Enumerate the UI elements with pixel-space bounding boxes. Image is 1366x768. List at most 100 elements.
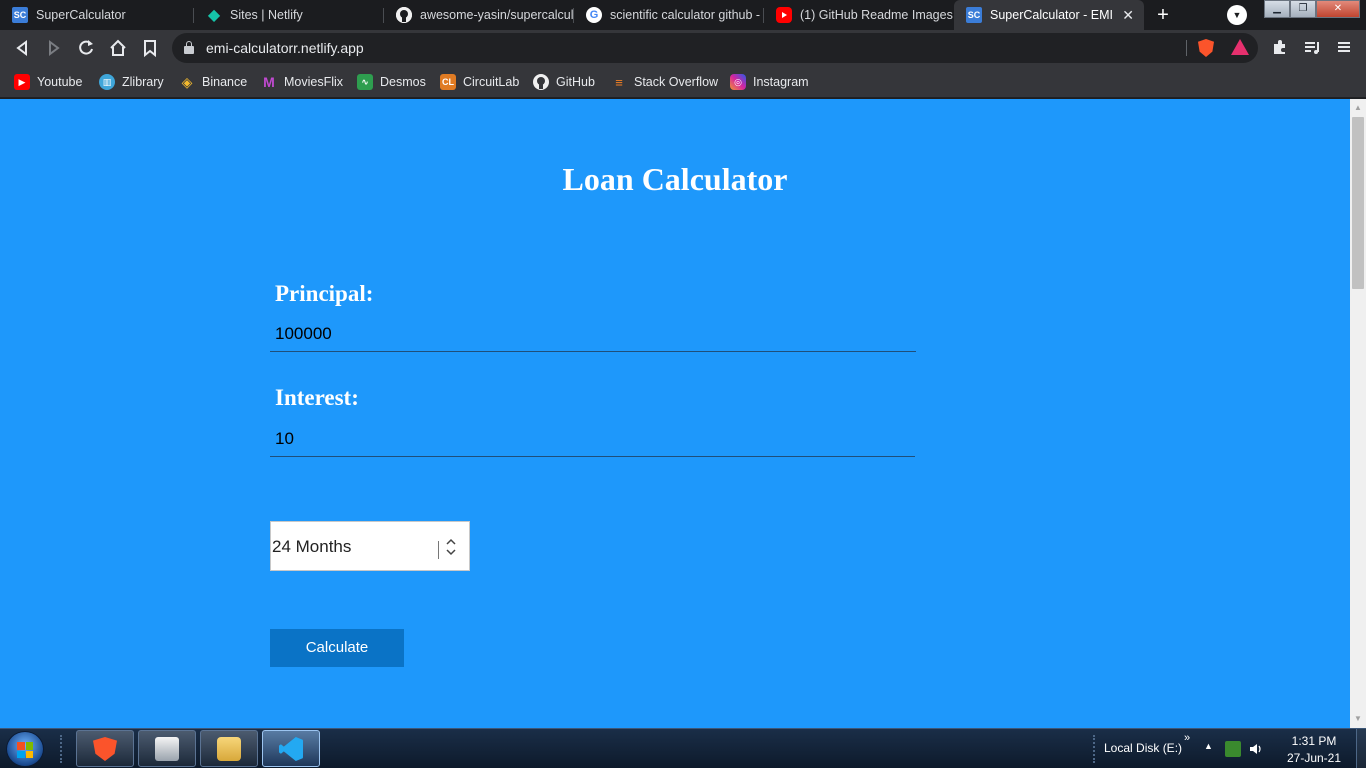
reload-button[interactable] [74,36,98,60]
tenure-select[interactable]: 24 Months [270,521,470,571]
close-tab-icon[interactable]: ✕ [1122,7,1134,24]
tab-github-repo[interactable]: awesome-yasin/supercalcula [384,0,574,30]
circuitlab-icon: CL [440,74,456,90]
bookmark-label: Binance [202,75,248,89]
start-button[interactable] [6,731,44,767]
tab-emi-calculator[interactable]: SC SuperCalculator - EMI Ca ✕ [954,0,1144,30]
bookmark-label: MoviesFlix [284,75,344,89]
tab-title: SuperCalculator [36,8,126,22]
supercalculator-icon: SC [966,7,982,23]
maximize-button[interactable]: ❐ [1290,0,1316,18]
back-icon [16,40,27,56]
stackoverflow-icon: ≡ [615,74,623,90]
taskbar-drive[interactable] [138,730,196,767]
bookmark-moviesflix[interactable]: M MoviesFlix [261,72,343,92]
bookmark-zlibrary[interactable]: ▥ Zlibrary [99,72,164,92]
bookmark-label: Youtube [37,75,83,89]
google-icon: G [586,7,602,23]
bookmark-button[interactable] [138,36,162,60]
tray-grip [1093,735,1097,763]
bookmark-youtube[interactable]: ▶ Youtube [14,72,82,92]
tab-google-search[interactable]: G scientific calculator github - G [574,0,764,30]
tab-youtube[interactable]: (1) GitHub Readme Images T [764,0,954,30]
tab-title: scientific calculator github - G [610,8,764,22]
bookmark-label: Stack Overflow [634,75,719,89]
volume-icon[interactable] [1248,741,1264,757]
window-controls: ▁ ❐ ✕ [1264,0,1360,18]
clock-time[interactable]: 1:31 PM [1274,734,1354,748]
home-icon [110,39,126,56]
tab-title: SuperCalculator - EMI Ca [990,8,1114,22]
show-desktop-button[interactable] [1356,729,1366,768]
home-button[interactable] [106,36,130,60]
tray-drive-label[interactable]: Local Disk (E:) [1104,741,1182,755]
media-controls-icon[interactable] [1302,38,1322,58]
lock-icon[interactable] [184,41,194,55]
url-text[interactable]: emi-calculatorr.netlify.app [206,40,364,56]
bookmark-label: CircuitLab [463,75,520,89]
bookmark-binance[interactable]: ◈ Binance [179,72,248,92]
bookmarks-bar: ▶ Youtube ▥ Zlibrary ◈ Binance M MoviesF… [0,66,1366,98]
principal-input[interactable] [270,316,916,352]
zlibrary-icon: ▥ [99,74,115,90]
bookmark-label: Desmos [380,75,426,89]
taskbar-brave[interactable] [76,730,134,767]
calculate-button[interactable]: Calculate [270,629,404,667]
address-bar[interactable]: emi-calculatorr.netlify.app [172,33,1258,63]
bookmark-desmos[interactable]: ∿ Desmos [357,72,426,92]
bookmark-github[interactable]: GitHub [533,72,595,92]
taskbar-explorer[interactable] [200,730,258,767]
bookmark-label: Instagram [753,75,809,89]
desmos-icon: ∿ [357,74,373,90]
reload-icon [79,40,93,55]
interest-input[interactable] [270,421,915,457]
taskbar-vscode[interactable] [262,730,320,767]
binance-icon: ◈ [181,73,193,90]
page-content: Loan Calculator Principal: Interest: 24 … [0,99,1350,728]
extensions-icon[interactable] [1270,38,1290,58]
brave-shields-icon[interactable] [1198,39,1214,57]
explorer-icon [217,737,241,761]
tab-search-icon[interactable]: ▼ [1227,5,1247,25]
supercalculator-icon: SC [12,7,28,23]
tab-netlify[interactable]: ◆ Sites | Netlify [194,0,384,30]
tab-title: Sites | Netlify [230,8,303,22]
close-window-button[interactable]: ✕ [1316,0,1360,18]
new-tab-button[interactable]: + [1152,4,1174,26]
forward-button[interactable] [42,36,66,60]
scroll-thumb[interactable] [1352,117,1364,289]
tab-supercalculator[interactable]: SC SuperCalculator [0,0,194,30]
bookmark-label: Zlibrary [122,75,164,89]
bookmark-stackoverflow[interactable]: ≡ Stack Overflow [611,72,718,92]
scroll-up-icon[interactable]: ▲ [1350,101,1366,115]
brave-icon [93,737,117,761]
windows-logo-icon [17,742,33,758]
youtube-icon: ▶ [14,74,30,90]
interest-label: Interest: [275,385,359,410]
bookmark-instagram[interactable]: ◎ Instagram [730,72,809,92]
back-button[interactable] [10,36,34,60]
browser-toolbar: emi-calculatorr.netlify.app [0,30,1366,66]
tab-strip: SC SuperCalculator ◆ Sites | Netlify awe… [0,0,1366,30]
bookmark-label: GitHub [556,75,595,89]
divider [438,541,439,559]
minimize-button[interactable]: ▁ [1264,0,1290,18]
brave-rewards-icon[interactable] [1231,39,1249,55]
page-title: Loan Calculator [562,161,788,197]
bookmark-circuitlab[interactable]: CL CircuitLab [440,72,519,92]
page-scrollbar[interactable]: ▲ ▼ [1350,99,1366,728]
clock-date[interactable]: 27-Jun-21 [1274,751,1354,765]
moviesflix-icon: M [263,74,275,90]
drive-icon [155,737,179,761]
forward-icon [49,40,60,56]
toolbar-overflow-icon[interactable]: » [1184,732,1190,744]
tenure-selected-value: 24 Months [272,537,352,556]
scroll-down-icon[interactable]: ▼ [1350,712,1366,726]
taskbar-grip [60,735,64,763]
network-icon[interactable] [1225,741,1241,757]
principal-label: Principal: [275,281,374,306]
tab-title: (1) GitHub Readme Images T [800,8,954,22]
show-hidden-icons-icon[interactable]: ▲ [1204,741,1213,751]
menu-icon[interactable] [1334,38,1354,58]
select-arrows-icon [444,534,458,560]
